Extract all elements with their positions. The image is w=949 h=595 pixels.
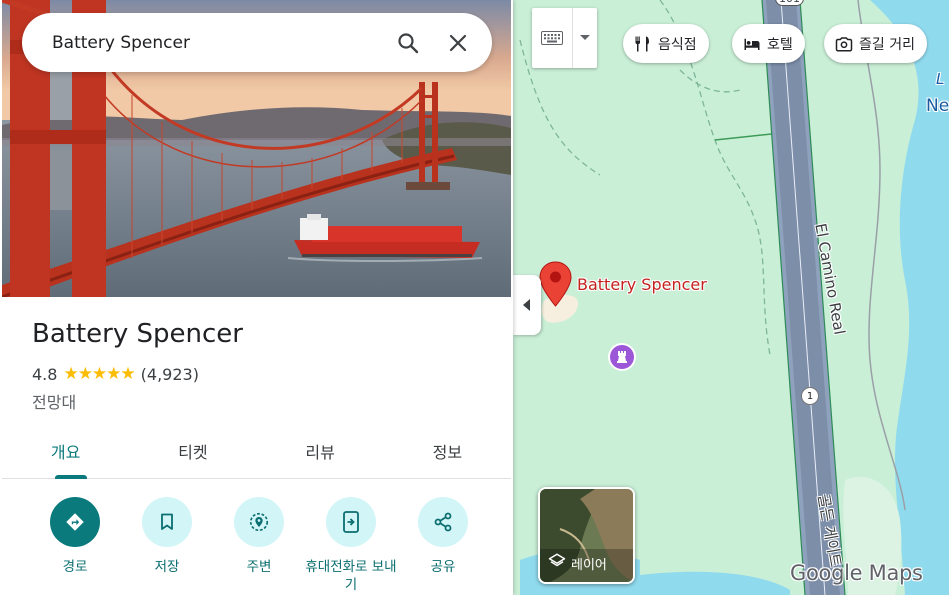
tab-label: 리뷰 bbox=[305, 443, 335, 462]
bookmark-icon bbox=[142, 497, 192, 547]
landmark-poi-icon[interactable] bbox=[607, 342, 637, 376]
close-icon[interactable] bbox=[440, 25, 476, 61]
nearby-button[interactable]: 주변 bbox=[213, 497, 305, 594]
action-label: 주변 bbox=[246, 559, 272, 575]
hotel-icon bbox=[743, 35, 761, 53]
place-tabs: 개요 티켓 리뷰 정보 bbox=[2, 428, 511, 479]
google-maps-logo: Google Maps bbox=[790, 561, 923, 585]
directions-button[interactable]: 경로 bbox=[29, 497, 121, 594]
keyboard-icon[interactable] bbox=[532, 8, 573, 68]
chip-hotels[interactable]: 호텔 bbox=[732, 24, 805, 63]
input-tools-control[interactable] bbox=[532, 8, 597, 68]
camera-icon bbox=[835, 35, 853, 53]
chip-label: 호텔 bbox=[767, 36, 793, 53]
action-label: 경로 bbox=[62, 559, 88, 575]
highway-shield-101: 101 bbox=[775, 0, 804, 6]
share-icon bbox=[418, 497, 468, 547]
chevron-down-icon[interactable] bbox=[573, 8, 597, 68]
tab-overview[interactable]: 개요 bbox=[2, 428, 129, 479]
tab-about[interactable]: 정보 bbox=[384, 428, 511, 478]
directions-icon bbox=[50, 497, 100, 547]
place-category[interactable]: 전망대 bbox=[32, 389, 76, 413]
place-title: Battery Spencer bbox=[32, 319, 243, 349]
chip-restaurants[interactable]: 음식점 bbox=[623, 24, 709, 63]
tab-label: 티켓 bbox=[178, 443, 208, 462]
place-marker-pin[interactable] bbox=[539, 261, 572, 311]
send-to-phone-button[interactable]: 휴대전화로 보내기 bbox=[305, 497, 397, 594]
chevron-left-icon bbox=[523, 296, 531, 315]
send-to-phone-icon bbox=[326, 497, 376, 547]
chip-things-to-do[interactable]: 즐길 거리 bbox=[824, 24, 927, 63]
tab-label: 정보 bbox=[432, 443, 463, 462]
tab-tickets[interactable]: 티켓 bbox=[129, 428, 256, 478]
collapse-panel-button[interactable] bbox=[513, 275, 541, 335]
rating-summary[interactable]: 4.8 ★★★★★ (4,923) bbox=[32, 364, 199, 384]
map-edge-text-2: L bbox=[936, 70, 945, 88]
star-rating-icon: ★★★★★ bbox=[63, 364, 135, 384]
tab-reviews[interactable]: 리뷰 bbox=[257, 428, 384, 478]
chip-label: 음식점 bbox=[658, 36, 697, 53]
chip-label: 즐길 거리 bbox=[859, 36, 915, 53]
layers-toggle[interactable]: 레이어 bbox=[538, 487, 635, 584]
rating-value: 4.8 bbox=[32, 364, 58, 384]
place-details-panel: Battery Spencer Battery Spencer 4.8 ★★★★… bbox=[0, 0, 513, 595]
share-button[interactable]: 공유 bbox=[397, 497, 489, 594]
layers-icon bbox=[548, 552, 566, 574]
search-icon[interactable] bbox=[390, 25, 426, 61]
search-input[interactable]: Battery Spencer bbox=[52, 33, 376, 53]
map-edge-text: Ne bbox=[926, 96, 949, 116]
nearby-icon bbox=[234, 497, 284, 547]
action-label: 저장 bbox=[154, 559, 180, 575]
layers-label: 레이어 bbox=[571, 557, 607, 573]
action-label: 휴대전화로 보내기 bbox=[305, 559, 397, 593]
search-box[interactable]: Battery Spencer bbox=[22, 13, 492, 72]
place-marker-label[interactable]: Battery Spencer bbox=[577, 275, 707, 294]
action-buttons-row: 경로 저장 주변 휴대전화로 보내기 공유 bbox=[29, 497, 489, 594]
tab-label: 개요 bbox=[50, 443, 81, 462]
save-button[interactable]: 저장 bbox=[121, 497, 213, 594]
restaurant-icon bbox=[634, 35, 652, 53]
route-1-shield: 1 bbox=[801, 387, 819, 405]
review-count-link[interactable]: (4,923) bbox=[141, 365, 199, 384]
action-label: 공유 bbox=[430, 559, 456, 575]
